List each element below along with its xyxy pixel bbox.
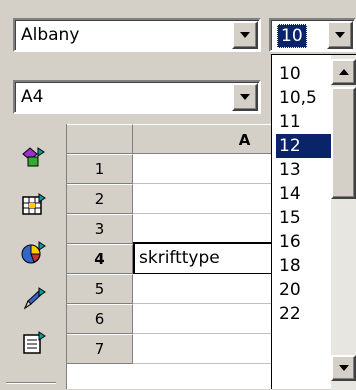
scroll-thumb[interactable] xyxy=(331,87,356,199)
row-number: 5 xyxy=(94,280,105,298)
cell-a4-text: skrifttype xyxy=(139,248,220,268)
row-header[interactable]: 1 xyxy=(67,154,133,184)
font-size-option[interactable]: 11 xyxy=(276,110,331,134)
insert-table-icon[interactable] xyxy=(20,192,46,218)
chevron-down-icon xyxy=(240,94,250,100)
font-name-combo[interactable]: Albany xyxy=(13,18,261,52)
font-size-option[interactable]: 13 xyxy=(276,158,331,182)
font-name-value: Albany xyxy=(21,25,80,45)
font-size-option[interactable]: 15 xyxy=(276,206,331,230)
font-size-option[interactable]: 18 xyxy=(276,254,331,278)
column-header-label: A xyxy=(238,131,251,149)
row-header[interactable]: 6 xyxy=(67,304,133,334)
scroll-down-button[interactable] xyxy=(331,355,356,381)
row-header[interactable]: 5 xyxy=(67,274,133,304)
listbox-scrollbar[interactable] xyxy=(331,55,356,390)
chevron-down-icon xyxy=(335,32,345,38)
row-number: 3 xyxy=(94,220,105,238)
font-size-combo[interactable]: 10 xyxy=(269,18,356,52)
row-header[interactable]: 2 xyxy=(67,184,133,214)
row-header-active[interactable]: 4 xyxy=(67,244,133,274)
left-toolbar xyxy=(0,124,66,389)
scroll-up-button[interactable] xyxy=(331,59,356,85)
font-size-option[interactable]: 10 xyxy=(276,62,331,86)
font-size-option[interactable]: 10,5 xyxy=(276,86,331,110)
font-size-option[interactable]: 20 xyxy=(276,278,331,302)
font-size-value: 10 xyxy=(277,24,307,48)
font-size-option[interactable]: 22 xyxy=(276,302,331,326)
row-header[interactable]: 7 xyxy=(67,334,133,364)
row-number: 7 xyxy=(94,340,105,358)
chevron-up-icon xyxy=(338,69,349,75)
insert-chart-icon[interactable] xyxy=(20,240,46,266)
font-size-listbox[interactable]: 10 10,5 11 12 13 14 15 16 18 20 22 xyxy=(271,54,356,390)
row-number: 6 xyxy=(94,310,105,328)
font-size-option[interactable]: 16 xyxy=(276,230,331,254)
page-style-combo[interactable]: A4 xyxy=(13,80,261,114)
chevron-down-icon xyxy=(240,32,250,38)
row-header[interactable]: 3 xyxy=(67,214,133,244)
font-size-option[interactable]: 14 xyxy=(276,182,331,206)
font-name-dropdown-button[interactable] xyxy=(232,21,258,49)
chevron-down-icon xyxy=(338,365,349,371)
page-style-value: A4 xyxy=(21,87,44,107)
insert-form-icon[interactable] xyxy=(20,330,46,356)
insert-object-icon[interactable] xyxy=(20,144,46,170)
page-style-dropdown-button[interactable] xyxy=(232,83,258,111)
toolbar-separator xyxy=(6,382,56,384)
font-size-option-selected[interactable]: 12 xyxy=(276,134,331,158)
select-all-corner[interactable] xyxy=(67,124,133,154)
draw-pencil-icon[interactable] xyxy=(20,286,46,312)
row-number: 4 xyxy=(94,250,105,268)
row-number: 1 xyxy=(94,160,105,178)
font-size-dropdown-button[interactable] xyxy=(327,21,353,49)
row-number: 2 xyxy=(94,190,105,208)
